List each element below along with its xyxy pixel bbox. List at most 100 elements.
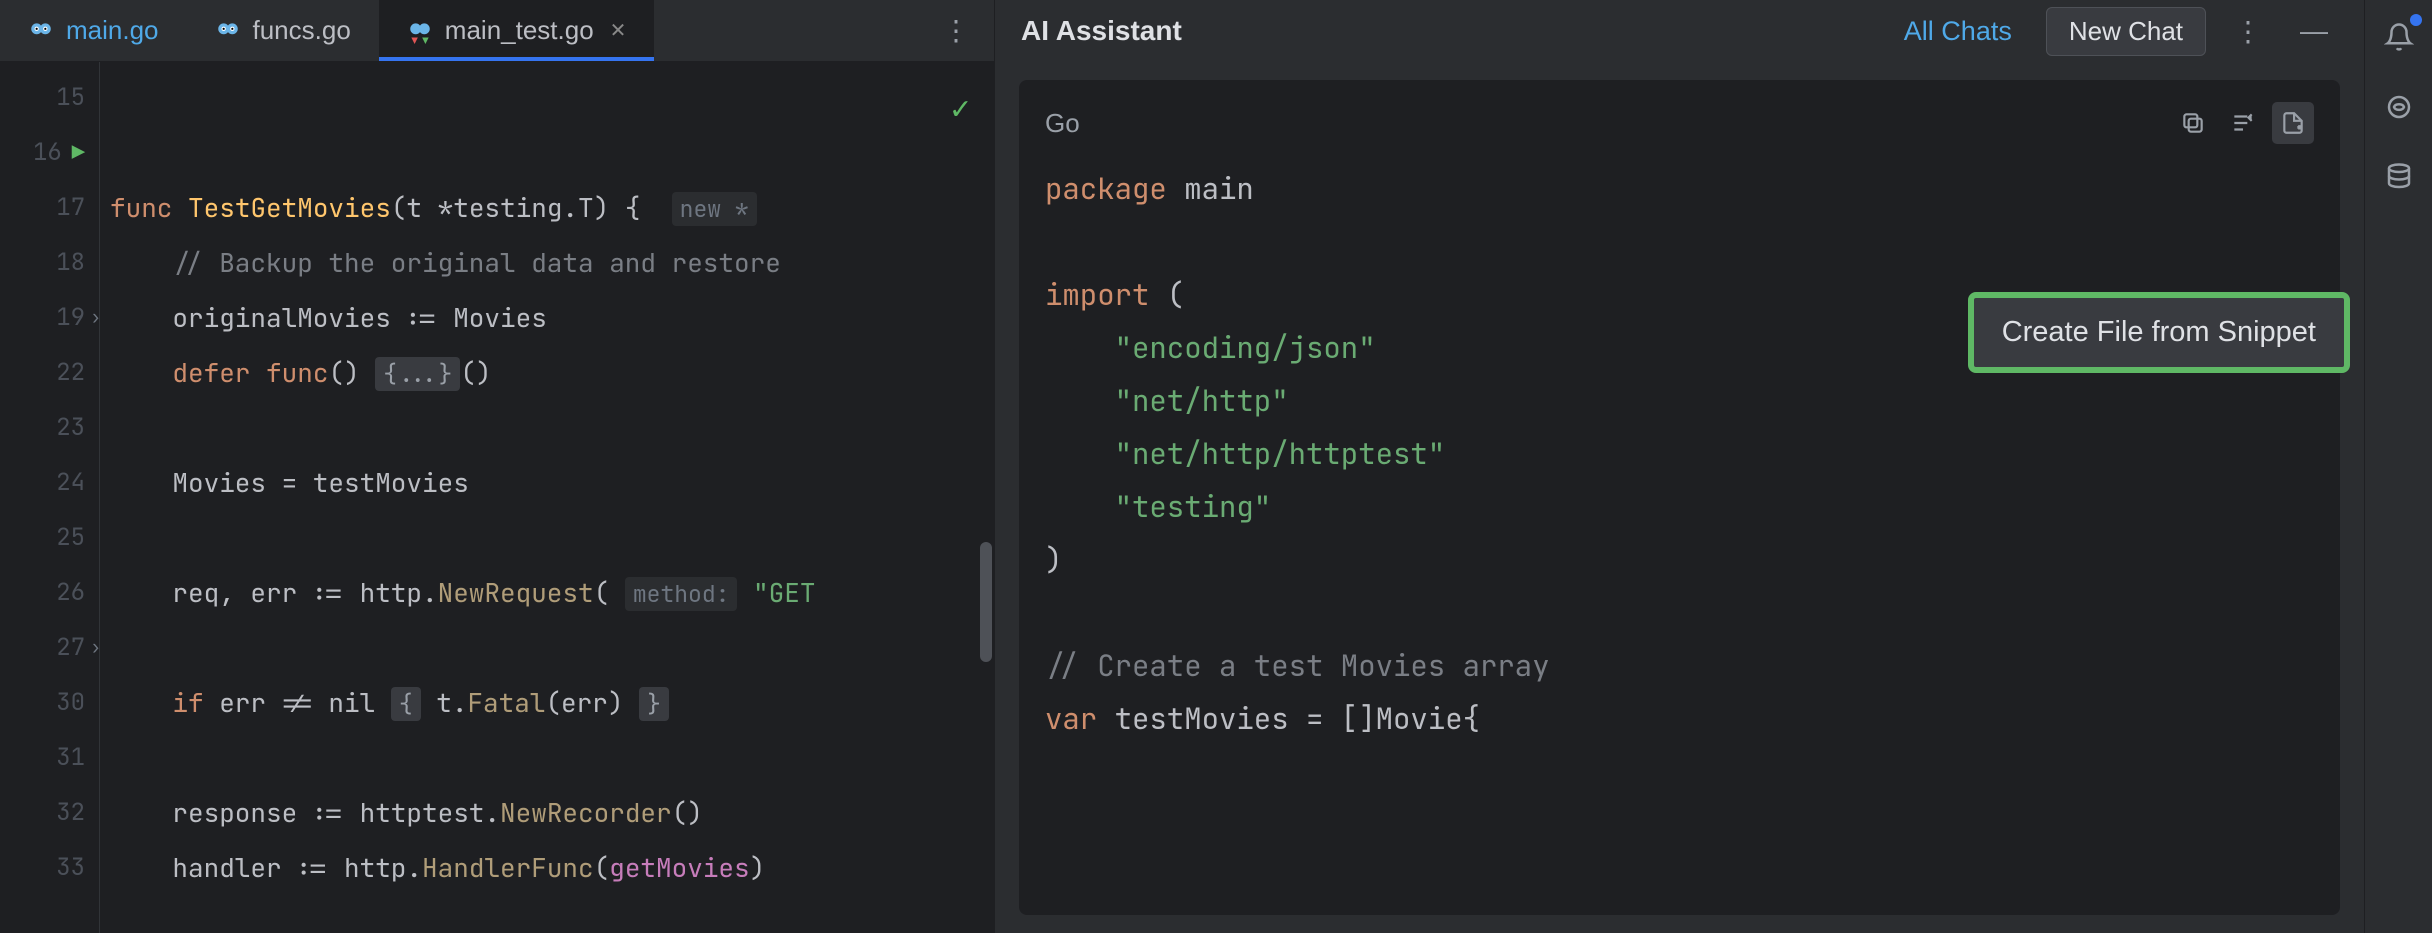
method-name: HandlerFunc bbox=[422, 850, 594, 885]
tab-label: main.go bbox=[66, 15, 159, 46]
database-icon[interactable] bbox=[2378, 156, 2420, 198]
go-gopher-icon bbox=[215, 18, 241, 44]
code: (err) bbox=[545, 685, 639, 720]
keyword: func bbox=[110, 190, 172, 225]
right-tool-rail bbox=[2364, 0, 2432, 933]
keyword: defer bbox=[172, 355, 250, 390]
ai-assistant-icon[interactable] bbox=[2378, 86, 2420, 128]
method-name: Fatal bbox=[467, 685, 545, 720]
snippet-header: Go bbox=[1045, 102, 2314, 144]
line-number: 32 bbox=[47, 797, 85, 828]
import-path: "encoding/json" bbox=[1115, 328, 1376, 367]
inlay-hint: method: bbox=[625, 577, 738, 611]
method-name: NewRequest bbox=[438, 575, 594, 610]
line-number: 17 bbox=[47, 192, 85, 223]
function-name: TestGetMovies bbox=[188, 190, 391, 225]
keyword: func bbox=[266, 355, 328, 390]
code: response := httptest. bbox=[172, 795, 500, 830]
identifier: getMovies bbox=[609, 850, 749, 885]
import-path: "net/http/httptest" bbox=[1115, 434, 1446, 473]
editor-area: 15 16▶ 17 18 19› 22 23 24 25 26 27› 30 3… bbox=[0, 62, 994, 933]
ai-body: Go package main import ( "encoding/json"… bbox=[995, 62, 2364, 933]
line-number: 16 bbox=[24, 137, 62, 168]
keyword: package bbox=[1045, 169, 1167, 208]
line-number: 15 bbox=[47, 82, 85, 113]
snippet-language: Go bbox=[1045, 108, 1080, 139]
line-number: 25 bbox=[47, 522, 85, 553]
tooltip-label: Create File from Snippet bbox=[2002, 316, 2316, 348]
code: testMovies = []Movie{ bbox=[1097, 699, 1480, 738]
code: handler := http. bbox=[172, 850, 422, 885]
line-number: 23 bbox=[47, 412, 85, 443]
keyword: import bbox=[1045, 275, 1149, 314]
ai-header: AI Assistant All Chats New Chat ⋮ — bbox=[995, 0, 2364, 62]
string: "GET bbox=[737, 575, 815, 610]
line-number: 30 bbox=[47, 687, 85, 718]
code: originalMovies := Movies bbox=[172, 300, 546, 335]
editor-tabs: main.go funcs.go main_test.go ✕ ⋮ bbox=[0, 0, 994, 62]
line-number: 22 bbox=[47, 357, 85, 388]
import-path: "testing" bbox=[1115, 487, 1272, 526]
all-chats-link[interactable]: All Chats bbox=[1904, 16, 2012, 47]
create-file-icon[interactable] bbox=[2272, 102, 2314, 144]
code: err != nil bbox=[204, 685, 391, 720]
copy-icon[interactable] bbox=[2172, 102, 2214, 144]
keyword: var bbox=[1045, 699, 1097, 738]
snippet-code[interactable]: package main import ( "encoding/json" "n… bbox=[1045, 162, 2314, 745]
insert-at-caret-icon[interactable] bbox=[2222, 102, 2264, 144]
tab-label: funcs.go bbox=[253, 15, 351, 46]
code: Movies = testMovies bbox=[172, 465, 468, 500]
line-number: 31 bbox=[47, 742, 85, 773]
code: req, err := http. bbox=[172, 575, 437, 610]
code: t. bbox=[421, 685, 468, 720]
code: ) bbox=[1045, 540, 1062, 579]
notification-badge bbox=[2410, 14, 2422, 26]
code: ) bbox=[750, 850, 766, 885]
editor-scrollbar[interactable] bbox=[980, 542, 992, 662]
create-file-tooltip: Create File from Snippet bbox=[1968, 292, 2350, 373]
tab-overflow-menu[interactable]: ⋮ bbox=[918, 14, 994, 47]
snippet-actions bbox=[2172, 102, 2314, 144]
tab-funcs-go[interactable]: funcs.go bbox=[187, 0, 379, 61]
code: ( bbox=[594, 575, 610, 610]
brace: } bbox=[639, 687, 669, 721]
gutter: 15 16▶ 17 18 19› 22 23 24 25 26 27› 30 3… bbox=[0, 62, 100, 933]
line-number: 33 bbox=[47, 852, 85, 883]
brace: { bbox=[391, 687, 421, 721]
inlay-hint: new * bbox=[672, 192, 757, 226]
ai-assistant-panel: AI Assistant All Chats New Chat ⋮ — Go bbox=[994, 0, 2364, 933]
line-number: 18 bbox=[47, 247, 85, 278]
import-path: "net/http" bbox=[1115, 381, 1289, 420]
close-icon[interactable]: ✕ bbox=[610, 18, 627, 43]
go-gopher-icon bbox=[28, 18, 54, 44]
keyword: if bbox=[172, 685, 203, 720]
more-menu-icon[interactable]: ⋮ bbox=[2224, 15, 2272, 48]
code-editor[interactable]: func TestGetMovies(t *testing.T) { new *… bbox=[100, 62, 994, 933]
code-snippet-box: Go package main import ( "encoding/json"… bbox=[1019, 80, 2340, 915]
folded-code[interactable]: {...} bbox=[375, 357, 460, 391]
check-icon[interactable]: ✓ bbox=[951, 80, 970, 135]
line-number: 27 bbox=[47, 632, 85, 663]
notifications-icon[interactable] bbox=[2378, 16, 2420, 58]
code: ( bbox=[1149, 275, 1184, 314]
comment: // Create a test Movies array bbox=[1045, 646, 1550, 685]
code: ( bbox=[594, 850, 610, 885]
tab-label: main_test.go bbox=[445, 15, 594, 46]
new-chat-button[interactable]: New Chat bbox=[2046, 7, 2206, 56]
tab-main-go[interactable]: main.go bbox=[0, 0, 187, 61]
run-test-icon[interactable]: ▶ bbox=[72, 138, 85, 167]
code: () bbox=[672, 795, 703, 830]
tab-main-test-go[interactable]: main_test.go ✕ bbox=[379, 0, 655, 61]
comment: // Backup the original data and restore bbox=[172, 245, 780, 280]
method-name: NewRecorder bbox=[500, 795, 672, 830]
line-number: 24 bbox=[47, 467, 85, 498]
go-test-icon bbox=[407, 18, 433, 44]
code: () bbox=[460, 355, 491, 390]
package-name: main bbox=[1184, 169, 1254, 208]
params: (t *testing.T) { bbox=[391, 190, 641, 225]
line-number: 26 bbox=[47, 577, 85, 608]
code: () bbox=[328, 355, 375, 390]
minimize-icon[interactable]: — bbox=[2290, 15, 2338, 47]
ai-title: AI Assistant bbox=[1021, 15, 1886, 47]
line-number: 19 bbox=[47, 302, 85, 333]
